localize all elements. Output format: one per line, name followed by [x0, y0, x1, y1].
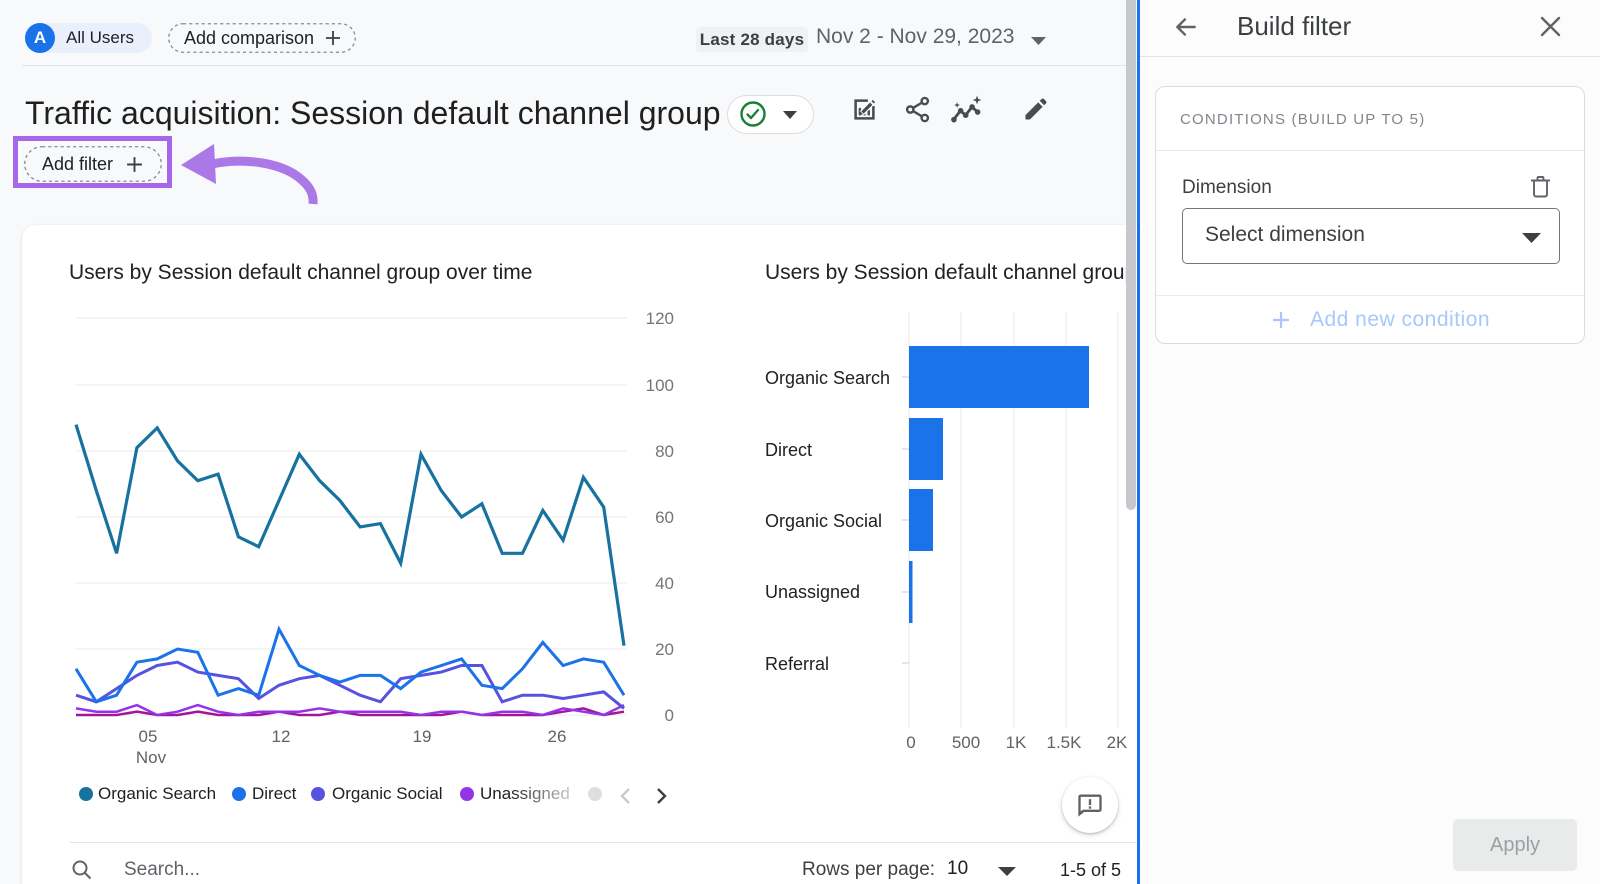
svg-text:05: 05 [139, 727, 158, 746]
svg-text:Referral: Referral [765, 654, 829, 674]
svg-text:Organic Search: Organic Search [765, 368, 890, 388]
svg-text:Organic Social: Organic Social [765, 511, 882, 531]
svg-text:19: 19 [413, 727, 432, 746]
svg-text:40: 40 [655, 574, 674, 593]
svg-text:26: 26 [548, 727, 567, 746]
svg-text:12: 12 [272, 727, 291, 746]
svg-text:0: 0 [665, 706, 674, 725]
svg-text:60: 60 [655, 508, 674, 527]
svg-text:100: 100 [646, 376, 674, 395]
svg-text:0: 0 [906, 733, 915, 752]
svg-text:1K: 1K [1006, 733, 1027, 752]
svg-text:120: 120 [646, 309, 674, 328]
svg-text:2K: 2K [1107, 733, 1128, 752]
svg-text:500: 500 [952, 733, 980, 752]
svg-text:80: 80 [655, 442, 674, 461]
svg-text:Direct: Direct [765, 440, 812, 460]
svg-text:20: 20 [655, 640, 674, 659]
svg-text:Nov: Nov [136, 748, 167, 767]
svg-text:1.5K: 1.5K [1047, 733, 1083, 752]
svg-text:Unassigned: Unassigned [765, 582, 860, 602]
